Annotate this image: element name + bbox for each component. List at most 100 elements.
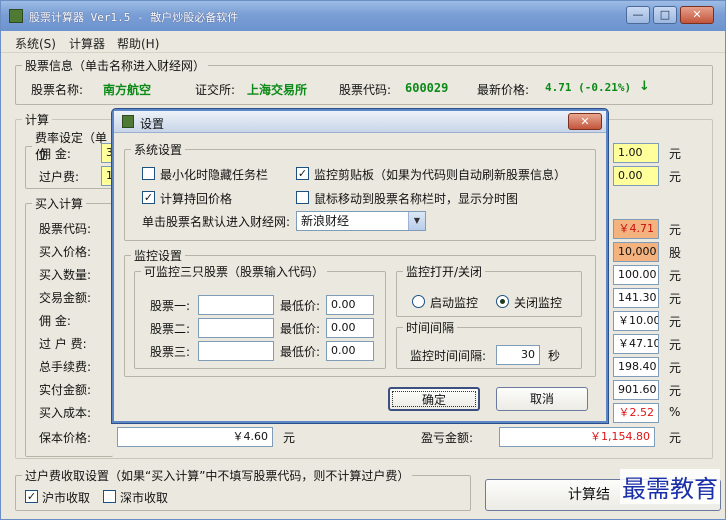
stock-three-min-label: 最低价: — [280, 345, 321, 359]
start-monitor-radio[interactable] — [412, 295, 425, 308]
buy-label-price: 买入价格: — [39, 245, 92, 259]
dialog-app-icon — [122, 115, 134, 128]
result-unit-8: % — [669, 405, 681, 419]
buy-label-quantity: 买入数量: — [39, 268, 92, 282]
hold-price-label: 计算持回价格 — [160, 192, 233, 206]
sz-fee-checkbox[interactable] — [103, 490, 116, 503]
chevron-down-icon[interactable]: ▼ — [408, 212, 425, 230]
result-amount: 141.30 — [613, 288, 659, 308]
buy-label-paid: 实付金额: — [39, 383, 92, 397]
result-paid: 901.60 — [613, 380, 659, 400]
stock-three-min-input[interactable]: 0.00 — [326, 341, 374, 361]
cancel-button[interactable]: 取消 — [496, 387, 588, 411]
stock-three-input[interactable] — [198, 341, 274, 361]
start-monitor-label: 启动监控 — [430, 296, 479, 310]
mouse-chart-checkbox[interactable] — [296, 191, 309, 204]
menu-help[interactable]: 帮助(H) — [117, 35, 159, 52]
buy-label-code: 股票代码: — [39, 222, 92, 236]
stop-monitor-radio[interactable] — [496, 295, 509, 308]
result-unit-4: 元 — [669, 315, 682, 329]
hold-price-checkbox[interactable]: ✓ — [142, 191, 155, 204]
mouse-chart-label: 鼠标移动到股票名称栏时，显示分时图 — [314, 192, 519, 206]
menu-system[interactable]: 系统(S) — [15, 35, 56, 52]
ok-button[interactable]: 确定 — [388, 387, 480, 411]
stop-monitor-label: 关闭监控 — [514, 296, 563, 310]
stock-info-legend: 股票信息（单击名称进入财经网） — [25, 59, 206, 73]
fee-rate-right-2[interactable]: 0.00 — [613, 166, 659, 186]
system-settings-legend: 系统设置 — [134, 143, 183, 157]
buy-label-commission: 佣 金: — [39, 314, 71, 328]
result-unit-2: 元 — [669, 269, 682, 283]
result-transfer: ￥47.10 — [613, 334, 659, 354]
result-quantity: 100.00 — [613, 265, 659, 285]
menu-bar: 系统(S) 计算器 帮助(H) — [1, 31, 725, 53]
result-buy-quantity: 10,000 — [613, 242, 659, 262]
stock-three-label: 股票三: — [150, 345, 191, 359]
stock-one-min-label: 最低价: — [280, 299, 321, 313]
three-stocks-legend: 可监控三只股票（股票输入代码） — [144, 265, 325, 279]
stock-code-label: 股票代码: — [339, 83, 392, 97]
clipboard-monitor-label: 监控剪贴板（如果为代码则自动刷新股票信息） — [314, 168, 567, 182]
buy-label-amount: 交易金额: — [39, 291, 92, 305]
transfer-rate-label: 过户费: — [39, 170, 80, 184]
interval-input[interactable]: 30 — [496, 345, 540, 365]
breakeven-unit: 元 — [283, 431, 296, 445]
result-cost: ￥2.52 — [613, 403, 659, 423]
result-total-fee: 198.40 — [613, 357, 659, 377]
minimize-hide-checkbox[interactable] — [142, 167, 155, 180]
stock-one-label: 股票一: — [150, 299, 191, 313]
result-unit-6: 元 — [669, 361, 682, 375]
stock-name-label: 股票名称: — [31, 83, 84, 97]
dialog-close-button[interactable]: ✕ — [568, 113, 602, 130]
stock-one-min-input[interactable]: 0.00 — [326, 295, 374, 315]
breakeven-value: ￥4.60 — [117, 427, 273, 447]
stock-two-min-input[interactable]: 0.00 — [326, 318, 374, 338]
result-unit-7: 元 — [669, 384, 682, 398]
stock-one-input[interactable] — [198, 295, 274, 315]
menu-calculator[interactable]: 计算器 — [69, 35, 105, 52]
fee-unit-1: 元 — [669, 147, 682, 161]
result-unit-5: 元 — [669, 338, 682, 352]
stock-name-link[interactable]: 南方航空 — [103, 81, 151, 98]
stock-code-value: 600029 — [405, 81, 449, 95]
dialog-title-bar[interactable]: 设置 ✕ — [114, 111, 606, 133]
profit-value: ￥1,154.80 — [499, 427, 655, 447]
exchange-value: 上海交易所 — [247, 83, 308, 97]
maximize-button[interactable]: □ — [653, 6, 677, 24]
stock-two-min-label: 最低价: — [280, 322, 321, 336]
buy-calc-legend: 买入计算 — [35, 197, 84, 211]
sz-fee-label: 深市收取 — [120, 491, 169, 505]
sh-fee-checkbox[interactable]: ✓ — [25, 490, 38, 503]
clipboard-monitor-checkbox[interactable]: ✓ — [296, 167, 309, 180]
buy-label-cost: 买入成本: — [39, 406, 92, 420]
buy-label-breakeven: 保本价格: — [39, 431, 92, 445]
result-commission: ￥10.00 — [613, 311, 659, 331]
stock-two-label: 股票二: — [150, 322, 191, 336]
minimize-hide-label: 最小化时隐藏任务栏 — [160, 168, 269, 182]
result-unit-0: 元 — [669, 223, 682, 237]
buy-label-transfer: 过 户 费: — [39, 337, 87, 351]
exchange-label: 证交所: — [195, 83, 236, 97]
interval-unit: 秒 — [548, 349, 561, 363]
buy-label-total-fee: 总手续费: — [39, 360, 92, 374]
default-site-label: 单击股票名默认进入财经网: — [142, 215, 291, 229]
fee-rate-right-1[interactable]: 1.00 — [613, 143, 659, 163]
window-title: 股票计算器 Ver1.5 - 散户炒股必备软件 — [29, 11, 239, 24]
title-bar[interactable]: 股票计算器 Ver1.5 - 散户炒股必备软件 — □ ✕ — [1, 1, 725, 31]
settings-dialog: 设置 ✕ 系统设置 最小化时隐藏任务栏 ✓ 监控剪贴板（如果为代码则自动刷新股票… — [112, 109, 608, 423]
transfer-fee-legend: 过户费收取设置（如果“买入计算”中不填写股票代码，则不计算过户费） — [25, 469, 410, 483]
dialog-title: 设置 — [140, 117, 165, 131]
down-arrow-icon: ↓ — [639, 79, 650, 94]
default-site-select[interactable]: 新浪财经 ▼ — [296, 211, 426, 231]
app-icon — [9, 9, 23, 23]
profit-unit: 元 — [669, 431, 682, 445]
calc-legend: 计算 — [25, 113, 50, 127]
profit-label: 盈亏金额: — [421, 431, 474, 445]
watermark-text: 最需教育 — [620, 469, 720, 504]
fee-unit-2: 元 — [669, 170, 682, 184]
stock-two-input[interactable] — [198, 318, 274, 338]
minimize-button[interactable]: — — [626, 6, 650, 24]
close-button[interactable]: ✕ — [680, 6, 714, 24]
commission-rate-label: 佣 金: — [39, 147, 71, 161]
monitor-toggle-legend: 监控打开/关闭 — [406, 265, 483, 279]
